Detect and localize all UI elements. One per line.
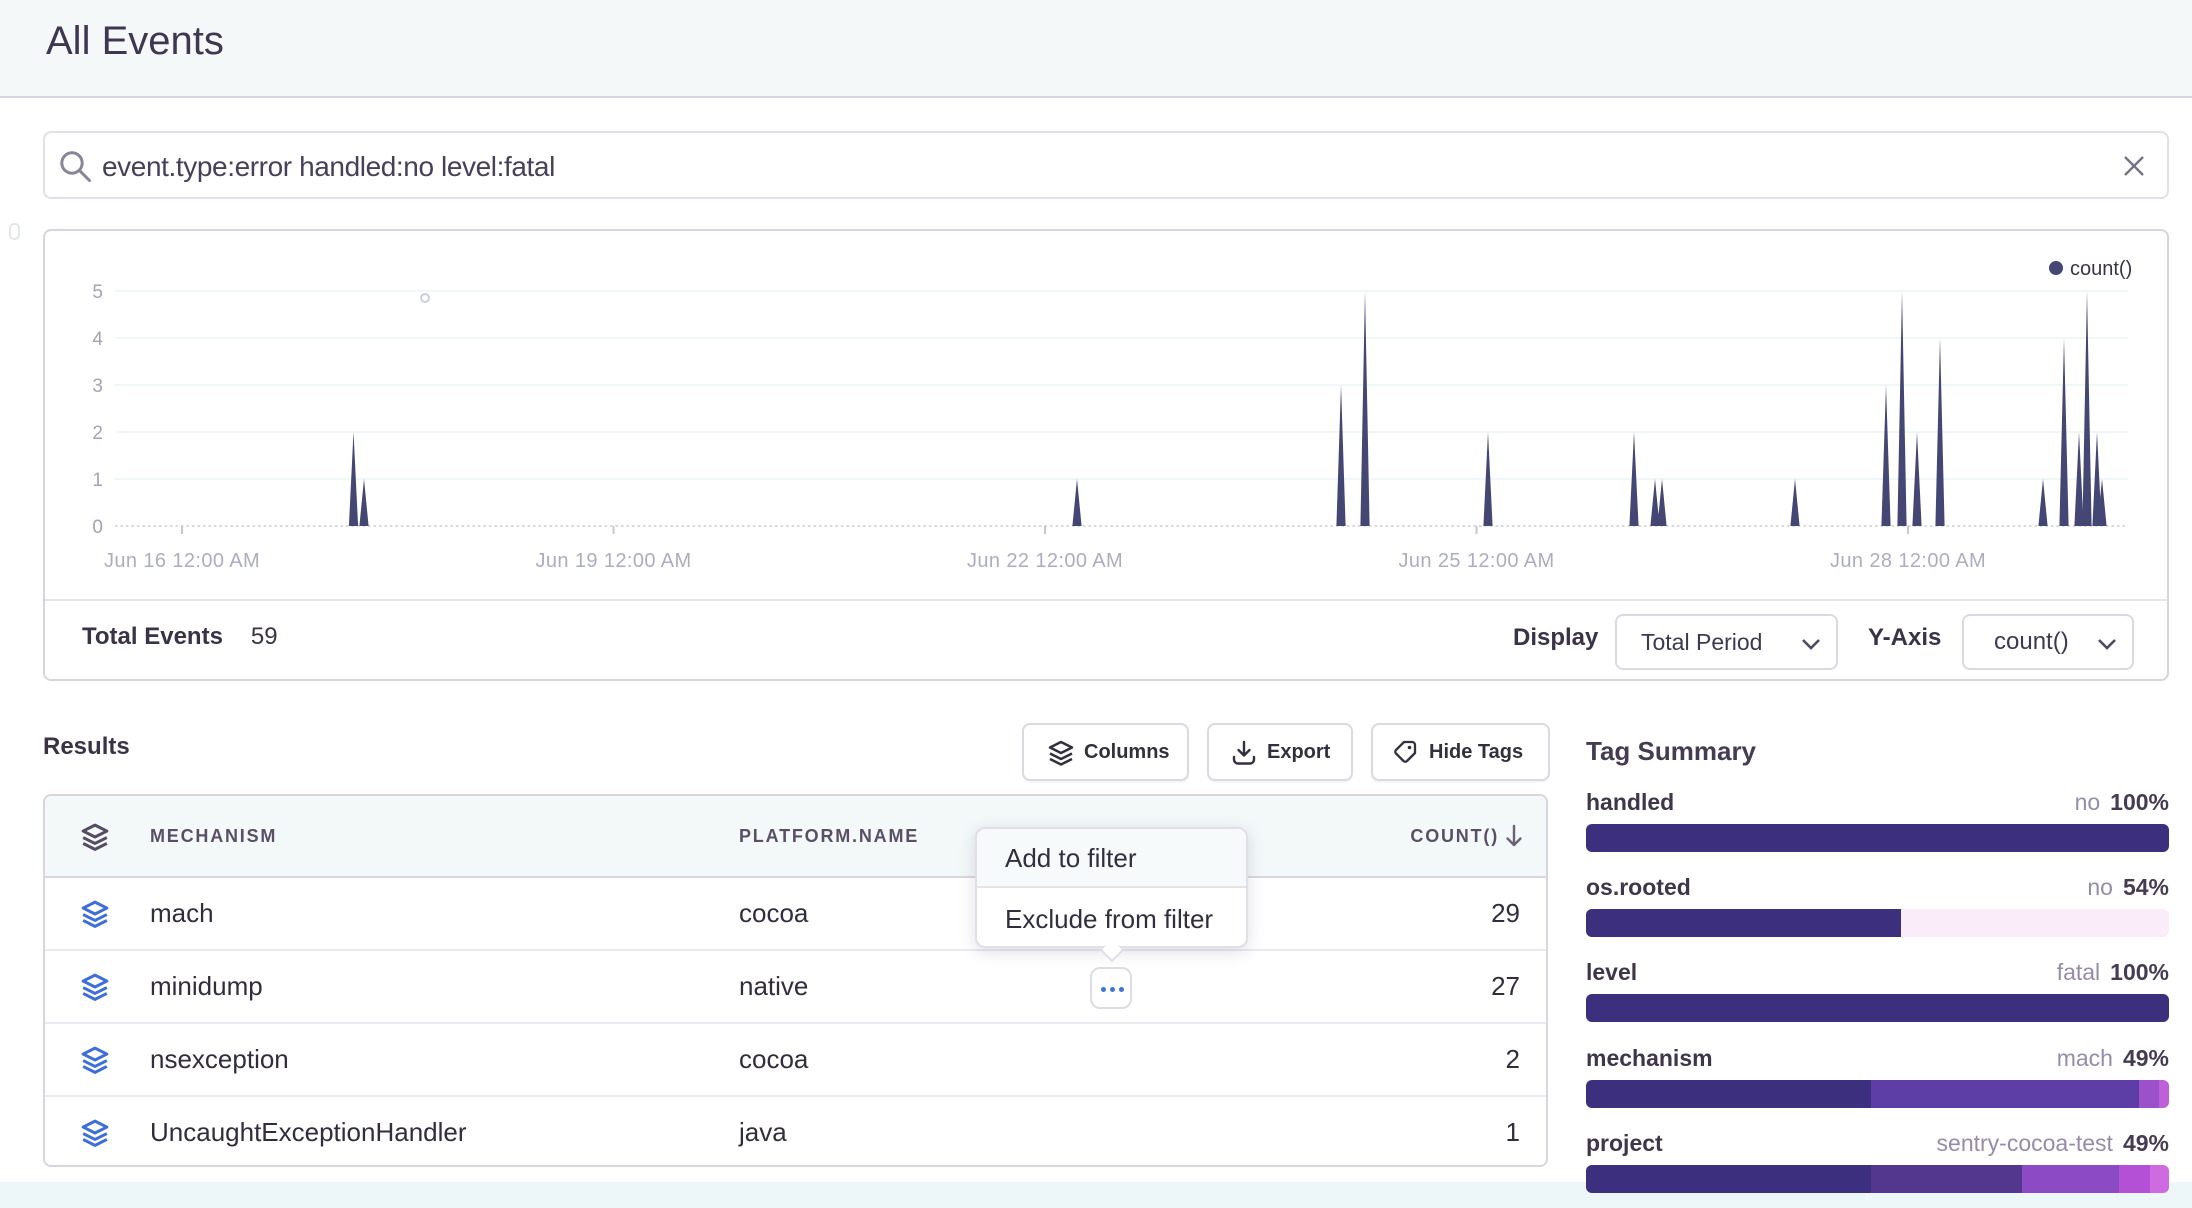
- svg-text:5: 5: [92, 282, 103, 303]
- svg-text:Jun 16 12:00 AM: Jun 16 12:00 AM: [104, 550, 260, 572]
- svg-text:1: 1: [92, 470, 103, 491]
- svg-text:3: 3: [92, 376, 103, 397]
- svg-text:4: 4: [92, 329, 103, 350]
- svg-text:Jun 19 12:00 AM: Jun 19 12:00 AM: [535, 550, 691, 572]
- svg-text:Jun 22 12:00 AM: Jun 22 12:00 AM: [967, 550, 1123, 572]
- svg-text:0: 0: [92, 517, 103, 538]
- svg-text:2: 2: [92, 423, 103, 444]
- svg-text:Jun 25 12:00 AM: Jun 25 12:00 AM: [1398, 550, 1554, 572]
